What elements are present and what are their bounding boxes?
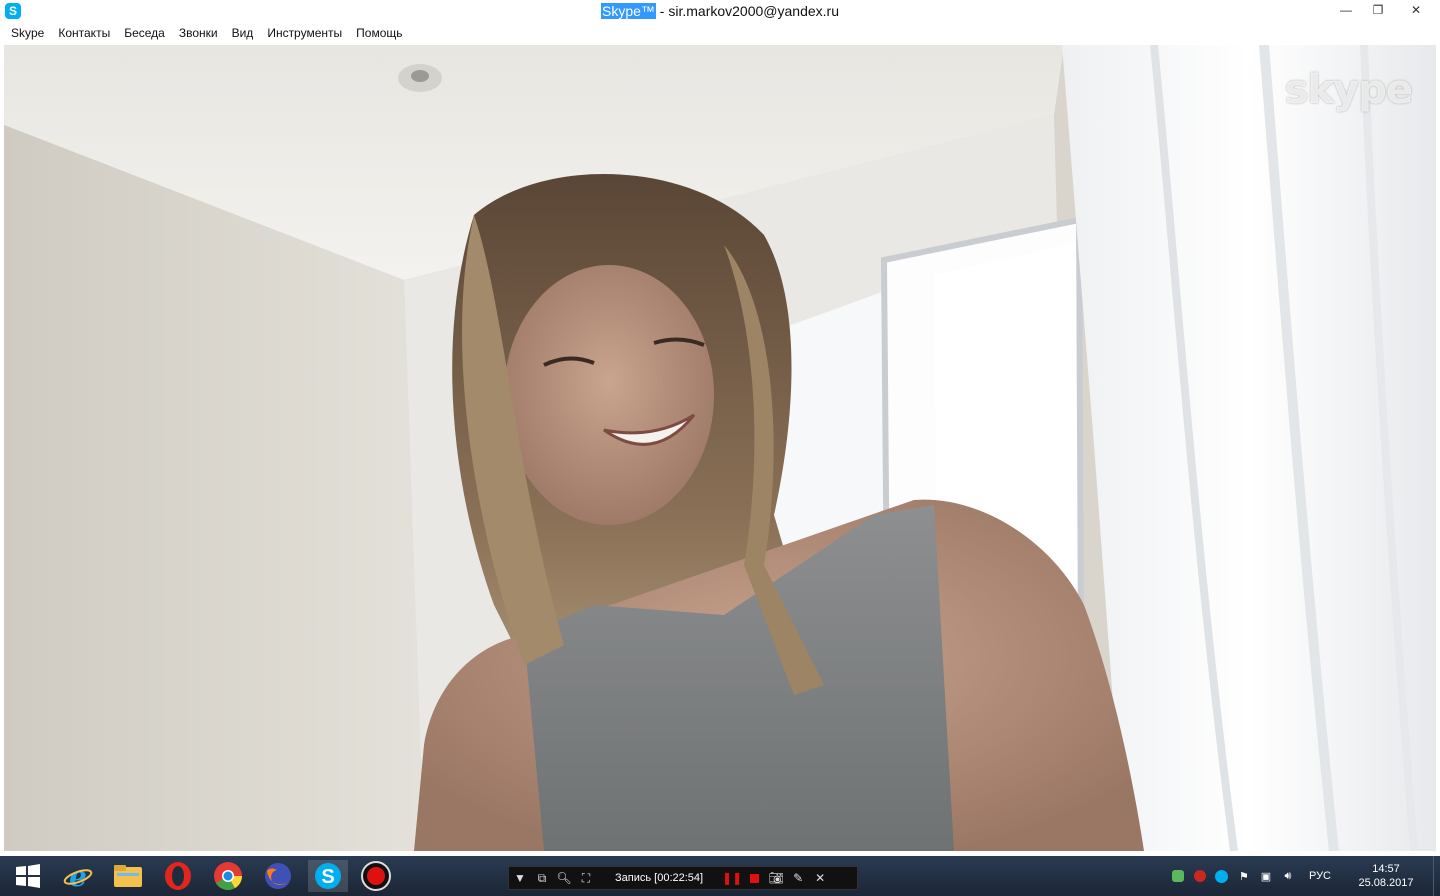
chrome-icon[interactable] xyxy=(208,860,248,892)
window-title: Skype™ - sir.markov2000@yandex.ru xyxy=(0,3,1440,19)
svg-text:S: S xyxy=(321,866,334,888)
skype-icon[interactable]: S xyxy=(308,860,348,892)
menu-help[interactable]: Помощь xyxy=(349,22,409,44)
menu-view[interactable]: Вид xyxy=(225,22,261,44)
volume-icon[interactable]: 🔊︎ xyxy=(1277,865,1299,887)
skype-watermark: skype xyxy=(1284,67,1413,113)
window-title-app: Skype™ xyxy=(601,3,656,19)
window-title-account: - sir.markov2000@yandex.ru xyxy=(655,3,839,19)
menu-skype[interactable]: Skype xyxy=(4,22,51,44)
close-icon[interactable]: ✕ xyxy=(809,867,831,889)
menu-tools[interactable]: Инструменты xyxy=(260,22,349,44)
file-explorer-icon[interactable] xyxy=(108,860,148,892)
window-select-icon[interactable]: ⧉ xyxy=(531,867,553,889)
region-select-icon[interactable]: ⛶ xyxy=(575,867,597,889)
recording-toolbar: ▼ ⧉ 🔍︎ ⛶ Запись [00:22:54] ❚❚ 📷︎ ✎ ✕ xyxy=(508,866,858,890)
language-indicator[interactable]: РУС xyxy=(1299,870,1345,882)
title-bar[interactable]: S Skype™ - sir.markov2000@yandex.ru — ❐ … xyxy=(0,0,1440,23)
camera-icon[interactable]: 📷︎ xyxy=(765,867,787,889)
system-tray: ⚑ ▣ 🔊︎ РУС 14:57 25.08.2017 xyxy=(1167,856,1440,896)
close-button[interactable]: ✕ xyxy=(1394,1,1438,19)
skype-window: S Skype™ - sir.markov2000@yandex.ru — ❐ … xyxy=(0,0,1440,856)
pen-icon[interactable]: ✎ xyxy=(787,867,809,889)
zoom-icon[interactable]: 🔍︎ xyxy=(553,867,575,889)
record-app-icon[interactable] xyxy=(356,860,396,892)
skype-tray-icon[interactable] xyxy=(1211,865,1233,887)
shield-icon[interactable] xyxy=(1167,865,1189,887)
windows-start-icon[interactable] xyxy=(8,860,48,892)
internet-explorer-icon[interactable]: e xyxy=(58,860,98,892)
record-tray-icon[interactable] xyxy=(1189,865,1211,887)
opera-icon[interactable] xyxy=(158,860,198,892)
network-icon[interactable]: ▣ xyxy=(1255,865,1277,887)
firefox-icon[interactable] xyxy=(258,860,298,892)
show-desktop-button[interactable] xyxy=(1433,856,1440,896)
menu-conversation[interactable]: Беседа xyxy=(117,22,172,44)
stop-icon[interactable] xyxy=(743,867,765,889)
clock[interactable]: 14:57 25.08.2017 xyxy=(1345,862,1427,890)
menu-calls[interactable]: Звонки xyxy=(172,22,225,44)
svg-text:e: e xyxy=(69,861,87,891)
dropdown-arrow-icon[interactable]: ▼ xyxy=(509,867,531,889)
restore-button[interactable]: ❐ xyxy=(1362,1,1394,19)
menu-contacts[interactable]: Контакты xyxy=(51,22,117,44)
menu-bar: Skype Контакты Беседа Звонки Вид Инструм… xyxy=(0,22,1440,44)
recording-status: Запись [00:22:54] xyxy=(615,872,704,884)
flag-icon[interactable]: ⚑ xyxy=(1233,865,1255,887)
pause-icon[interactable]: ❚❚ xyxy=(721,867,743,889)
clock-time: 14:57 xyxy=(1372,863,1400,875)
window-controls: — ❐ ✕ xyxy=(1330,0,1440,22)
video-frame xyxy=(4,45,1436,851)
minimize-button[interactable]: — xyxy=(1330,1,1362,19)
clock-date: 25.08.2017 xyxy=(1358,877,1414,889)
video-feed[interactable]: skype xyxy=(4,45,1436,851)
